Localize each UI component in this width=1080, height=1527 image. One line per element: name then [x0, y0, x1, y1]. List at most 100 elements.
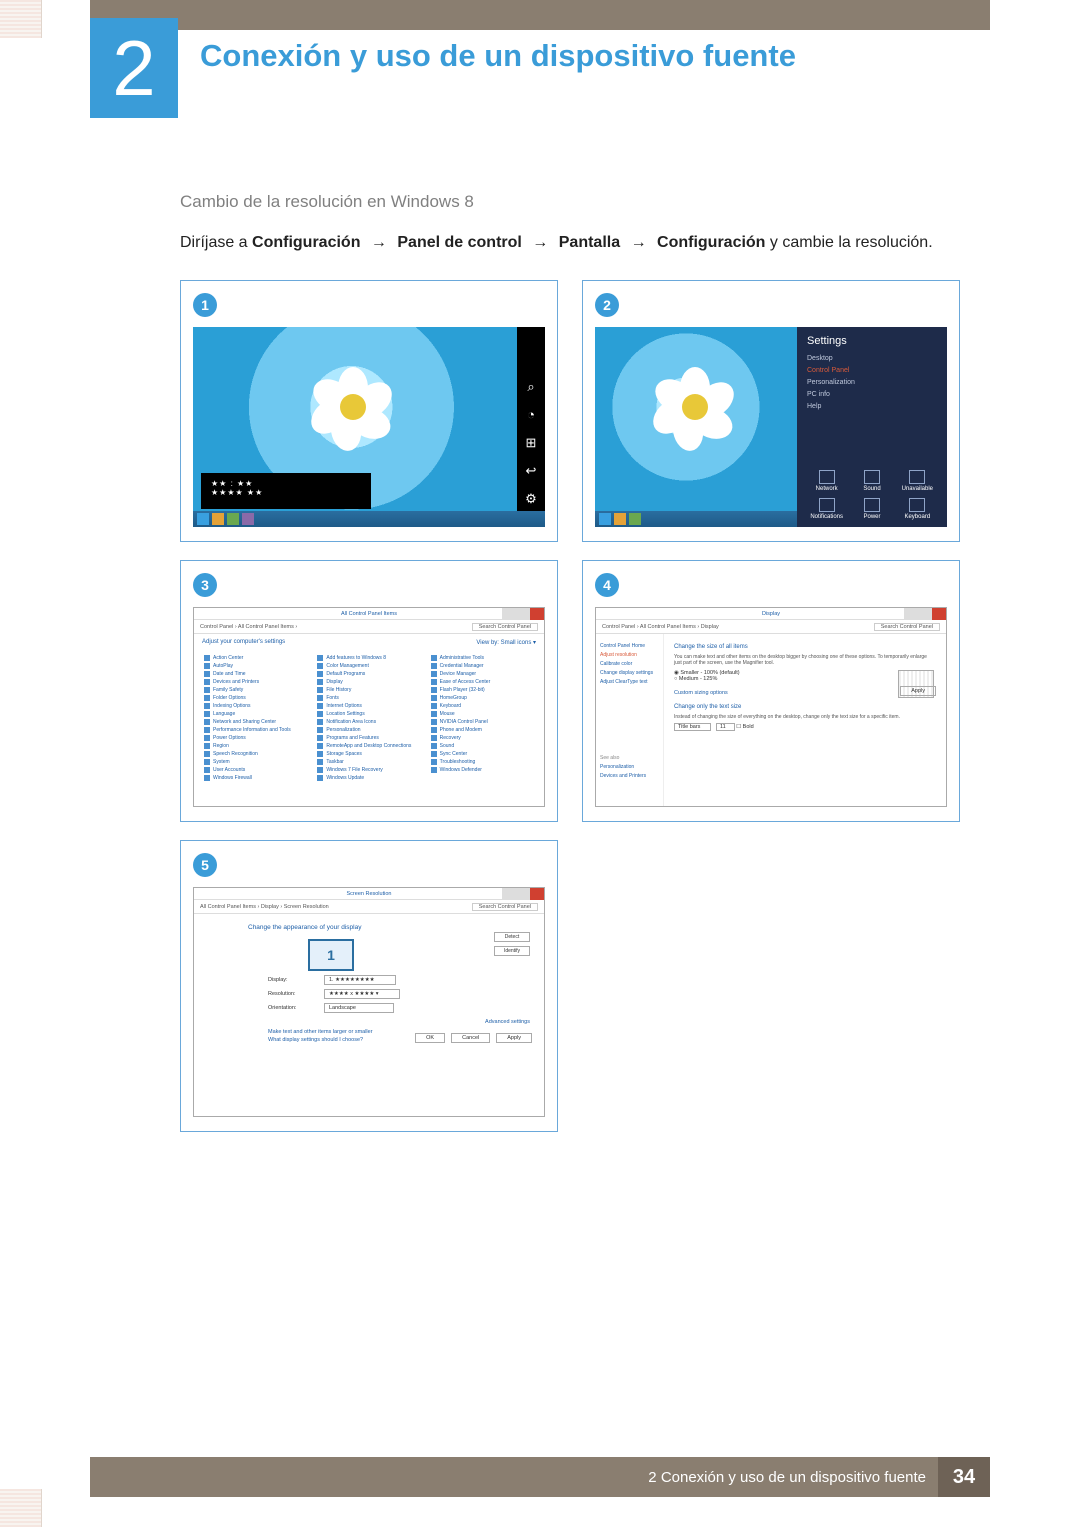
item-select[interactable]: Title bars	[674, 723, 711, 731]
breadcrumb[interactable]: All Control Panel Items › Display › Scre…	[194, 900, 544, 914]
apply-button[interactable]: Apply	[496, 1033, 532, 1043]
control-panel-item[interactable]: Taskbar	[317, 759, 420, 765]
control-panel-item[interactable]: Troubleshooting	[431, 759, 534, 765]
control-panel-item[interactable]: File History	[317, 687, 420, 693]
detect-button[interactable]: Detect	[494, 932, 530, 942]
taskbar-ie-icon[interactable]	[599, 513, 611, 525]
control-panel-item[interactable]: Fonts	[317, 695, 420, 701]
see-also-link[interactable]: Devices and Printers	[600, 773, 659, 779]
identify-button[interactable]: Identify	[494, 946, 530, 956]
radio-medium[interactable]: ○ Medium - 125%	[674, 676, 936, 682]
search-icon[interactable]: ⌕	[524, 379, 538, 393]
sound-icon[interactable]: Sound	[852, 470, 891, 492]
control-panel-item[interactable]: Language	[204, 711, 307, 717]
apply-button[interactable]: Apply	[900, 686, 936, 696]
control-panel-item[interactable]: Power Options	[204, 735, 307, 741]
control-panel-item[interactable]: Storage Spaces	[317, 751, 420, 757]
control-panel-item[interactable]: Display	[317, 679, 420, 685]
control-panel-item[interactable]: Phone and Modem	[431, 727, 534, 733]
control-panel-item[interactable]: Folder Options	[204, 695, 307, 701]
control-panel-item[interactable]: Device Manager	[431, 671, 534, 677]
control-panel-item[interactable]: Indexing Options	[204, 703, 307, 709]
control-panel-item[interactable]: Recovery	[431, 735, 534, 741]
control-panel-item[interactable]: Sync Center	[431, 751, 534, 757]
close-button[interactable]	[530, 608, 544, 620]
charms-bar[interactable]: ⌕ ◔ ⊞ ↩ ⚙	[517, 327, 545, 527]
start-icon[interactable]: ⊞	[524, 435, 538, 449]
control-panel-item[interactable]: Action Center	[204, 655, 307, 661]
control-panel-item[interactable]: Windows Update	[317, 775, 420, 781]
maximize-button[interactable]	[918, 608, 932, 620]
control-panel-item[interactable]: Date and Time	[204, 671, 307, 677]
control-panel-item[interactable]: Flash Player (32-bit)	[431, 687, 534, 693]
sidebar-link[interactable]: Calibrate color	[600, 661, 659, 667]
monitor-preview[interactable]: 1	[308, 939, 354, 971]
control-panel-item[interactable]: RemoteApp and Desktop Connections	[317, 743, 420, 749]
close-button[interactable]	[530, 888, 544, 900]
sidebar-link[interactable]: Change display settings	[600, 670, 659, 676]
network-icon[interactable]: Network	[807, 470, 846, 492]
breadcrumb[interactable]: Control Panel › All Control Panel Items …	[596, 620, 946, 634]
settings-icon[interactable]: ⚙	[524, 491, 538, 505]
control-panel-item[interactable]: Sound	[431, 743, 534, 749]
taskbar-app-icon[interactable]	[629, 513, 641, 525]
taskbar-explorer-icon[interactable]	[212, 513, 224, 525]
search-input[interactable]: Search Control Panel	[874, 623, 940, 631]
advanced-settings-link[interactable]: Advanced settings	[248, 1019, 530, 1025]
ok-button[interactable]: OK	[415, 1033, 445, 1043]
taskbar-ie-icon[interactable]	[197, 513, 209, 525]
control-panel-item[interactable]: Windows Defender	[431, 767, 534, 773]
control-panel-item[interactable]: Default Programs	[317, 671, 420, 677]
settings-link-personalization[interactable]: Personalization	[807, 379, 937, 386]
resolution-select[interactable]: ★★★★ x ★★★★ ▾	[324, 989, 400, 999]
control-panel-item[interactable]: Administrative Tools	[431, 655, 534, 661]
control-panel-item[interactable]: Network and Sharing Center	[204, 719, 307, 725]
control-panel-item[interactable]: Internet Options	[317, 703, 420, 709]
custom-sizing-link[interactable]: Custom sizing options	[674, 690, 936, 696]
keyboard-icon[interactable]: Keyboard	[898, 498, 937, 520]
power-icon[interactable]: Power	[852, 498, 891, 520]
settings-link-pcinfo[interactable]: PC info	[807, 391, 937, 398]
display-select[interactable]: 1. ★★★★★★★★	[324, 975, 396, 985]
control-panel-item[interactable]: HomeGroup	[431, 695, 534, 701]
minimize-button[interactable]	[904, 608, 918, 620]
control-panel-item[interactable]: Personalization	[317, 727, 420, 733]
close-button[interactable]	[932, 608, 946, 620]
maximize-button[interactable]	[516, 888, 530, 900]
control-panel-item[interactable]: Add features to Windows 8	[317, 655, 420, 661]
minimize-button[interactable]	[502, 608, 516, 620]
control-panel-item[interactable]: Notification Area Icons	[317, 719, 420, 725]
control-panel-item[interactable]: AutoPlay	[204, 663, 307, 669]
breadcrumb[interactable]: Control Panel › All Control Panel Items …	[194, 620, 544, 634]
control-panel-item[interactable]: Keyboard	[431, 703, 534, 709]
control-panel-item[interactable]: Location Settings	[317, 711, 420, 717]
control-panel-item[interactable]: Windows 7 File Recovery	[317, 767, 420, 773]
size-select[interactable]: 11	[716, 723, 735, 731]
control-panel-item[interactable]: Family Safety	[204, 687, 307, 693]
search-input[interactable]: Search Control Panel	[472, 623, 538, 631]
see-also-link[interactable]: Personalization	[600, 764, 659, 770]
taskbar-app-icon[interactable]	[227, 513, 239, 525]
control-panel-item[interactable]: NVIDIA Control Panel	[431, 719, 534, 725]
settings-link-help[interactable]: Help	[807, 403, 937, 410]
sidebar-link[interactable]: Adjust ClearType text	[600, 679, 659, 685]
devices-icon[interactable]: ↩	[524, 463, 538, 477]
control-panel-item[interactable]: Mouse	[431, 711, 534, 717]
control-panel-item[interactable]: Performance Information and Tools	[204, 727, 307, 733]
bold-checkbox[interactable]: ☐ Bold	[736, 724, 753, 730]
control-panel-item[interactable]: Color Management	[317, 663, 420, 669]
view-by-dropdown[interactable]: View by: Small icons ▾	[476, 639, 536, 646]
settings-link-control-panel[interactable]: Control Panel	[807, 367, 937, 374]
share-icon[interactable]: ◔	[524, 407, 538, 421]
taskbar[interactable]	[595, 511, 797, 527]
control-panel-item[interactable]: Region	[204, 743, 307, 749]
cancel-button[interactable]: Cancel	[451, 1033, 490, 1043]
control-panel-item[interactable]: System	[204, 759, 307, 765]
maximize-button[interactable]	[516, 608, 530, 620]
control-panel-item[interactable]: Devices and Printers	[204, 679, 307, 685]
taskbar-app2-icon[interactable]	[242, 513, 254, 525]
search-input[interactable]: Search Control Panel	[472, 903, 538, 911]
control-panel-item[interactable]: Credential Manager	[431, 663, 534, 669]
control-panel-item[interactable]: Speech Recognition	[204, 751, 307, 757]
orientation-select[interactable]: Landscape	[324, 1003, 394, 1013]
